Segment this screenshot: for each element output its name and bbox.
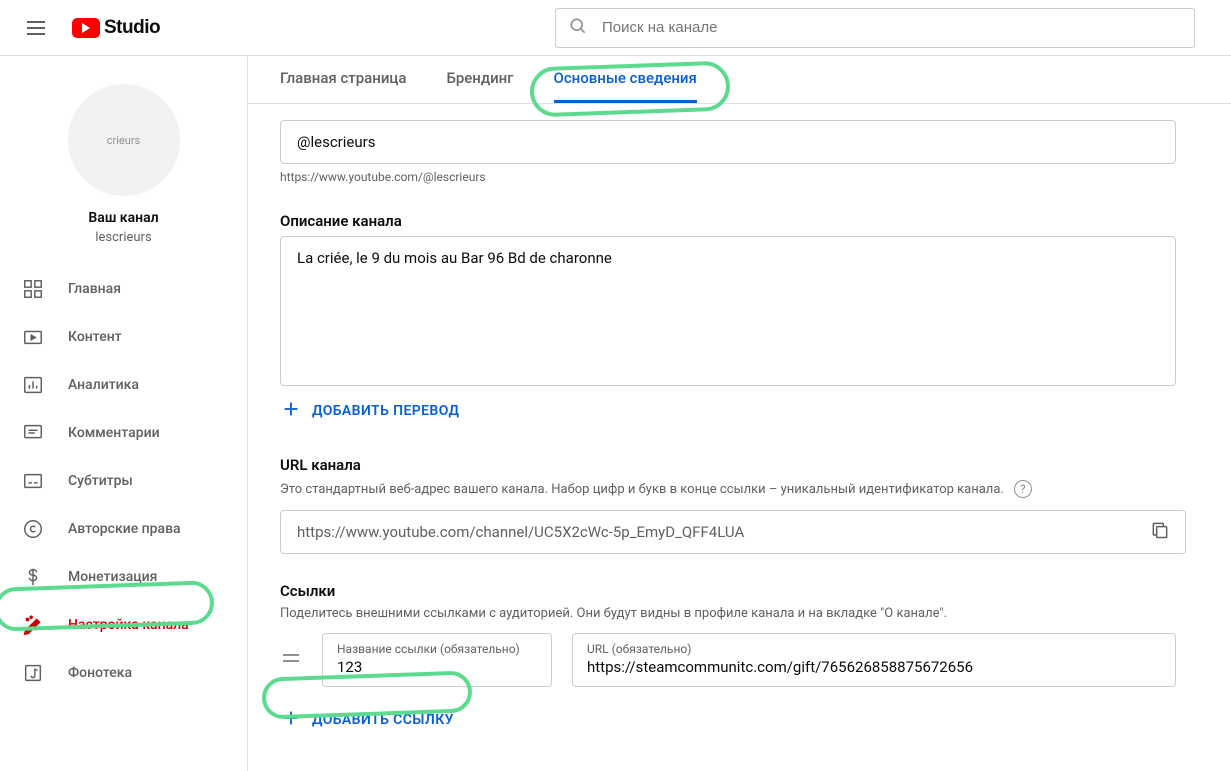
sidebar-item-label: Авторские права <box>68 521 181 537</box>
sidebar-item-label: Монетизация <box>68 569 157 585</box>
menu-button[interactable] <box>16 8 56 48</box>
sidebar-item-dashboard[interactable]: Главная <box>0 265 247 313</box>
sidebar-item-copyright[interactable]: Авторские права <box>0 505 247 553</box>
sidebar-item-content[interactable]: Контент <box>0 313 247 361</box>
drag-handle[interactable] <box>280 651 302 669</box>
studio-logo[interactable]: Studio <box>72 17 160 39</box>
studio-logo-text: Studio <box>104 17 160 39</box>
sidebar-item-label: Фонотека <box>68 665 132 681</box>
handle-input[interactable] <box>280 120 1176 164</box>
header: Studio <box>0 0 1231 56</box>
channel-url-section-desc: Это стандартный веб-адрес вашего канала.… <box>280 482 1004 497</box>
sidebar-item-monetization[interactable]: Монетизация <box>0 553 247 601</box>
description-section-title: Описание канала <box>280 212 1176 230</box>
youtube-icon <box>72 18 100 38</box>
audio-library-icon <box>22 662 44 684</box>
plus-icon <box>280 398 302 424</box>
sidebar-item-label: Главная <box>68 281 121 297</box>
add-translation-button[interactable]: ДОБАВИТЬ ПЕРЕВОД <box>280 390 459 432</box>
subtitles-icon <box>22 470 44 492</box>
tab-label: Основные сведения <box>554 69 697 87</box>
sidebar-item-label: Субтитры <box>68 473 133 489</box>
channel-description-textarea[interactable] <box>280 236 1176 386</box>
search-box[interactable] <box>555 8 1195 48</box>
sidebar-item-customization[interactable]: Настройка канала <box>0 601 247 649</box>
copy-icon <box>1150 520 1170 544</box>
handle-url-helper: https://www.youtube.com/@lescrieurs <box>280 170 1176 184</box>
channel-url-section-title: URL канала <box>280 456 1176 474</box>
button-label: ДОБАВИТЬ ПЕРЕВОД <box>312 403 459 419</box>
comments-icon <box>22 422 44 444</box>
sidebar-item-audio-library[interactable]: Фонотека <box>0 649 247 697</box>
copy-url-button[interactable] <box>1144 516 1176 548</box>
content-icon <box>22 326 44 348</box>
search-input[interactable] <box>602 19 1182 36</box>
monetize-icon <box>22 566 44 588</box>
main-content: Главная страница Брендинг Основные сведе… <box>248 56 1231 771</box>
analytics-icon <box>22 374 44 396</box>
sidebar-item-subtitles[interactable]: Субтитры <box>0 457 247 505</box>
button-label: ДОБАВИТЬ ССЫЛКУ <box>312 712 454 728</box>
link-title-input[interactable] <box>337 658 537 676</box>
channel-url-input[interactable] <box>280 510 1186 554</box>
add-link-button[interactable]: ДОБАВИТЬ ССЫЛКУ <box>280 699 454 741</box>
channel-avatar[interactable]: crieurs <box>68 84 180 196</box>
sidebar-item-label: Контент <box>68 329 122 345</box>
plus-icon <box>280 707 302 733</box>
sidebar-item-comments[interactable]: Комментарии <box>0 409 247 457</box>
sidebar-item-label: Аналитика <box>68 377 139 393</box>
link-url-label: URL (обязательно) <box>587 642 1161 656</box>
sidebar-item-analytics[interactable]: Аналитика <box>0 361 247 409</box>
customize-icon <box>22 614 44 636</box>
search-icon <box>568 16 588 40</box>
link-url-field[interactable]: URL (обязательно) <box>572 633 1176 687</box>
link-title-label: Название ссылки (обязательно) <box>337 642 537 656</box>
sidebar-item-label: Комментарии <box>68 425 160 441</box>
channel-title-label: Ваш канал <box>0 210 247 226</box>
help-icon[interactable]: ? <box>1014 480 1032 498</box>
drag-icon <box>281 651 301 669</box>
links-section-desc: Поделитесь внешними ссылками с аудиторие… <box>280 606 947 621</box>
sidebar: crieurs Ваш канал lescrieurs Главная Кон… <box>0 56 248 771</box>
sidebar-item-label: Настройка канала <box>68 617 189 633</box>
tabs: Главная страница Брендинг Основные сведе… <box>248 56 1231 104</box>
tab-layout[interactable]: Главная страница <box>280 56 407 103</box>
link-url-input[interactable] <box>587 658 1161 676</box>
tab-label: Главная страница <box>280 69 407 87</box>
dashboard-icon <box>22 278 44 300</box>
links-section-title: Ссылки <box>280 582 1176 600</box>
copyright-icon <box>22 518 44 540</box>
hamburger-icon <box>27 21 45 35</box>
link-row: Название ссылки (обязательно) URL (обяза… <box>280 633 1176 687</box>
channel-block: crieurs Ваш канал lescrieurs <box>0 76 247 265</box>
tab-basic-info[interactable]: Основные сведения <box>554 56 697 103</box>
link-title-field[interactable]: Название ссылки (обязательно) <box>322 633 552 687</box>
tab-branding[interactable]: Брендинг <box>447 56 514 103</box>
channel-name: lescrieurs <box>0 230 247 245</box>
tab-label: Брендинг <box>447 69 514 87</box>
